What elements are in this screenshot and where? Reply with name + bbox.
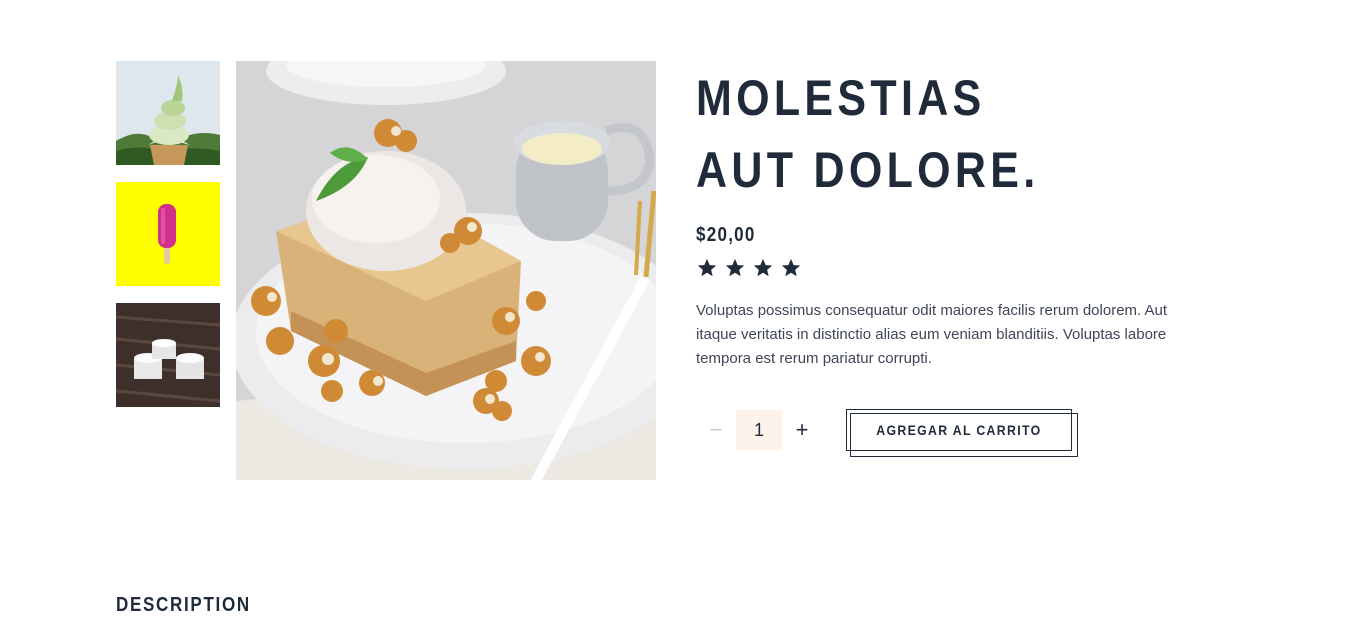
cart-controls: − + AGREGAR AL CARRITO xyxy=(696,409,1216,457)
product-title: MOLESTIAS AUT DOLORE. xyxy=(696,70,1040,198)
decrease-quantity-button[interactable]: − xyxy=(696,410,736,450)
add-to-cart-label: AGREGAR AL CARRITO xyxy=(876,422,1042,438)
thumbnail-soft-serve[interactable] xyxy=(116,61,220,165)
star-icon xyxy=(781,258,801,277)
increase-quantity-button[interactable]: + xyxy=(782,410,822,450)
star-icon xyxy=(725,258,745,277)
add-to-cart-button[interactable]: AGREGAR AL CARRITO xyxy=(846,409,1078,457)
product-description: Voluptas possimus consequatur odit maior… xyxy=(696,302,1168,367)
star-icon xyxy=(753,258,773,277)
description-section-title: DESCRIPTION xyxy=(116,594,251,616)
rating-stars xyxy=(696,257,1216,279)
quantity-input[interactable] xyxy=(736,410,782,450)
main-product-image[interactable] xyxy=(236,61,656,480)
thumbnail-ice-cream-cups[interactable] xyxy=(116,303,220,407)
product-info: MOLESTIAS AUT DOLORE. $20,00 Voluptas po… xyxy=(696,62,1216,457)
star-icon xyxy=(697,258,717,277)
thumbnail-popsicle[interactable] xyxy=(116,182,220,286)
product-price: $20,00 xyxy=(696,224,756,246)
thumbnail-list xyxy=(116,61,220,424)
